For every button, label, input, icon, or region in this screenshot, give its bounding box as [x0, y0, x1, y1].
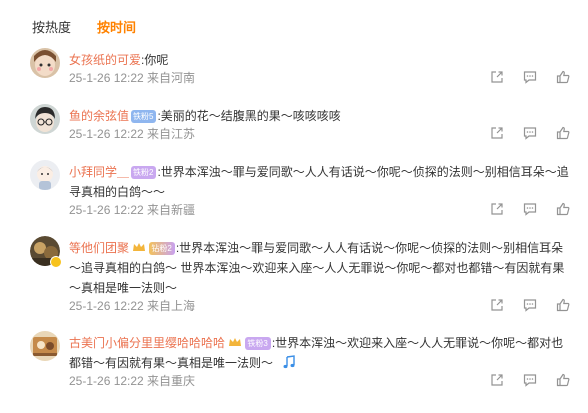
comment-actions [490, 202, 570, 216]
comment-icon[interactable] [523, 298, 537, 312]
fan-badge: 铁粉5 [131, 110, 157, 123]
verified-badge-icon [50, 256, 62, 268]
fan-badge: 铁粉2 [131, 166, 157, 179]
comment-content: 小拜同学＿ 铁粉2:世界本浑浊～罪与爱同歌～人人有话说～你呢～侦探的法则～别相信耳… [69, 162, 569, 202]
username-link[interactable]: 小拜同学＿ [69, 165, 129, 179]
like-icon[interactable] [556, 202, 570, 216]
comment-content: 等他们团聚 钻粉2:世界本浑浊～罪与爱同歌～人人有话说～你呢～侦探的法则～别相信… [69, 238, 569, 298]
comment-text: :你呢 [141, 53, 169, 67]
comment-icon[interactable] [523, 373, 537, 387]
sort-bar: 按热度 按时间 [32, 16, 136, 36]
comment-meta: 25-1-26 12:22 来自上海 [69, 299, 196, 313]
share-icon[interactable] [490, 373, 504, 387]
comment-icon[interactable] [523, 70, 537, 84]
crown-icon [133, 243, 146, 251]
fan-badge: 铁粉3 [245, 337, 271, 350]
comment-panel: 按热度 按时间 女孩纸的可爱:你呢 25-1-26 12:22 来自河南 鱼的余… [0, 0, 588, 413]
username-link[interactable]: 等他们团聚 [69, 241, 129, 255]
share-icon[interactable] [490, 298, 504, 312]
username-link[interactable]: 女孩纸的可爱 [69, 53, 141, 67]
comment-item: 女孩纸的可爱:你呢 25-1-26 12:22 来自河南 [30, 48, 570, 88]
comment-meta: 25-1-26 12:22 来自江苏 [69, 127, 196, 141]
avatar[interactable] [30, 236, 62, 268]
comment-meta: 25-1-26 12:22 来自新疆 [69, 203, 196, 217]
share-icon[interactable] [490, 70, 504, 84]
comment-meta: 25-1-26 12:22 来自河南 [69, 71, 196, 85]
crown-icon [229, 338, 242, 346]
avatar[interactable] [30, 331, 60, 361]
sort-by-time-tab[interactable]: 按时间 [97, 17, 136, 36]
like-icon[interactable] [556, 70, 570, 84]
comment-content: 女孩纸的可爱:你呢 [69, 50, 569, 70]
like-icon[interactable] [556, 373, 570, 387]
music-note-icon [283, 355, 296, 369]
comment-item: 古美门小偏分里里缨哈哈哈哈 铁粉3:世界本浑浊～欢迎来入座～人人无罪说～你呢～都… [30, 331, 570, 391]
comment-actions [490, 70, 570, 84]
comment-content: 古美门小偏分里里缨哈哈哈哈 铁粉3:世界本浑浊～欢迎来入座～人人无罪说～你呢～都… [69, 333, 569, 373]
share-icon[interactable] [490, 202, 504, 216]
comment-icon[interactable] [523, 202, 537, 216]
username-link[interactable]: 古美门小偏分里里缨哈哈哈哈 [69, 336, 225, 350]
avatar[interactable] [30, 104, 60, 134]
like-icon[interactable] [556, 298, 570, 312]
avatar[interactable] [30, 160, 60, 190]
share-icon[interactable] [490, 126, 504, 140]
comment-meta: 25-1-26 12:22 来自重庆 [69, 374, 196, 388]
like-icon[interactable] [556, 126, 570, 140]
comment-text: :美丽的花～结腹黑的果～咳咳咳咳 [157, 109, 341, 123]
comment-item: 等他们团聚 钻粉2:世界本浑浊～罪与爱同歌～人人有话说～你呢～侦探的法则～别相信… [30, 236, 570, 316]
username-link[interactable]: 鱼的余弦值 [69, 109, 129, 123]
sort-by-hot-tab[interactable]: 按热度 [32, 17, 71, 36]
fan-badge: 钻粉2 [149, 242, 175, 255]
comment-actions [490, 373, 570, 387]
comment-actions [490, 126, 570, 140]
comment-item: 小拜同学＿ 铁粉2:世界本浑浊～罪与爱同歌～人人有话说～你呢～侦探的法则～别相信耳… [30, 160, 570, 220]
comment-item: 鱼的余弦值 铁粉5:美丽的花～结腹黑的果～咳咳咳咳 25-1-26 12:22 来… [30, 104, 570, 144]
comment-icon[interactable] [523, 126, 537, 140]
avatar[interactable] [30, 48, 60, 78]
comment-actions [490, 298, 570, 312]
comment-content: 鱼的余弦值 铁粉5:美丽的花～结腹黑的果～咳咳咳咳 [69, 106, 569, 126]
